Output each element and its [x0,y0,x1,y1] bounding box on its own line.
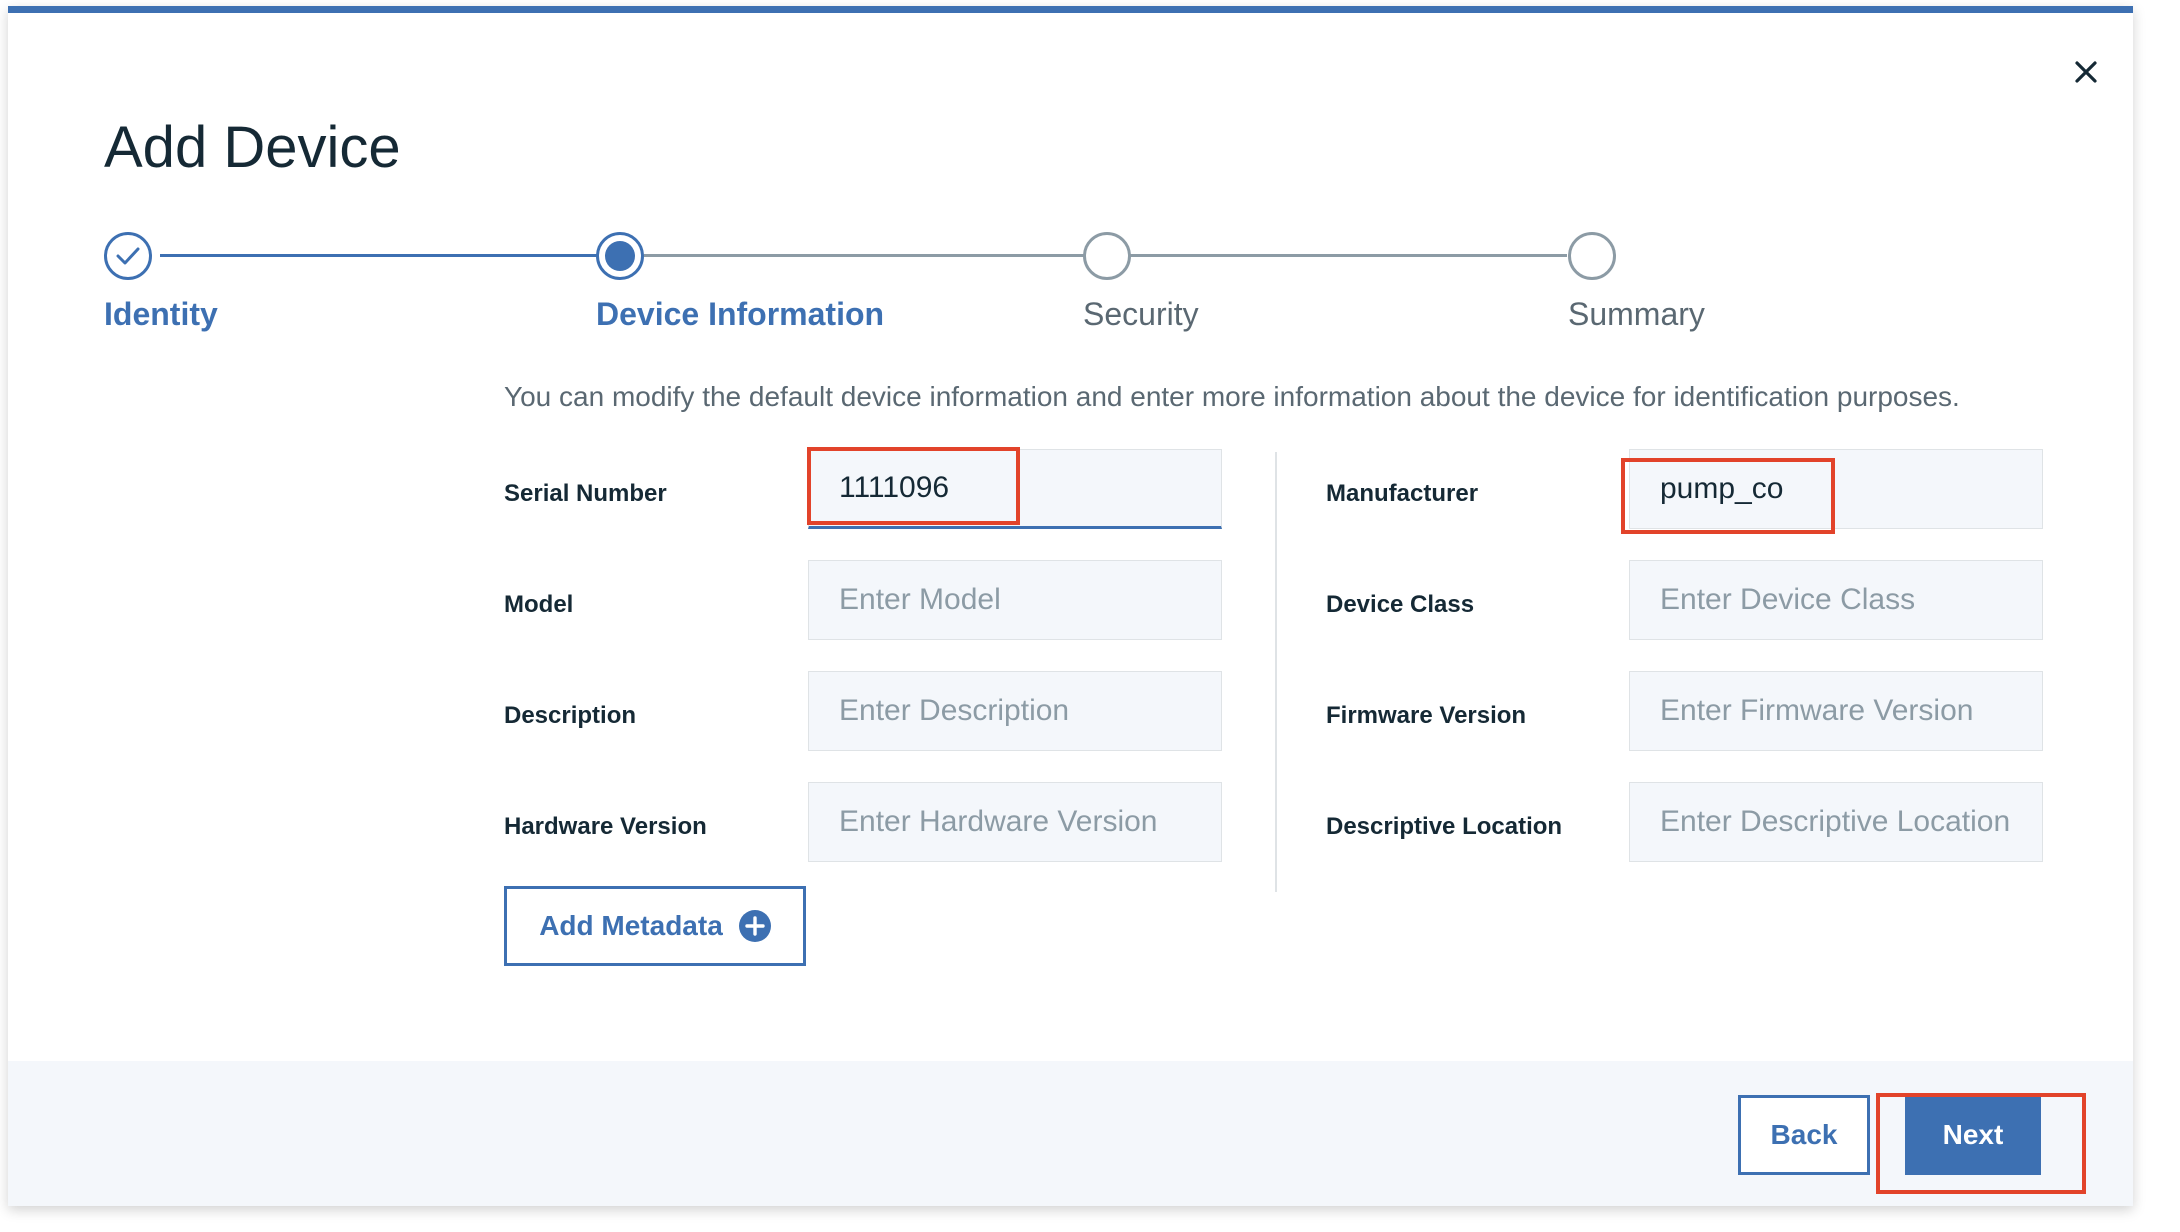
firmware-version-label: Firmware Version [1326,702,1527,729]
page: Add Device Identity Device Information S… [0,0,2180,1232]
plus-circle-icon [738,910,771,942]
step-security-icon[interactable] [1083,232,1131,280]
step-label-security[interactable]: Security [1083,296,1199,333]
descriptive-location-input[interactable] [1629,782,2043,862]
device-class-input[interactable] [1629,560,2043,640]
add-metadata-label: Add Metadata [539,910,723,941]
progress-indicator: Identity Device Information Security Sum… [8,6,2133,346]
back-button[interactable]: Back [1738,1095,1870,1175]
step-connector-2 [644,254,1084,257]
column-divider [1275,452,1277,892]
serial-number-label: Serial Number [504,480,667,507]
hardware-version-label: Hardware Version [504,813,707,840]
manufacturer-label: Manufacturer [1326,480,1479,507]
device-class-label: Device Class [1326,591,1475,618]
step-label-identity[interactable]: Identity [104,296,218,333]
description-label: Description [504,702,637,729]
step-connector-3 [1129,254,1567,257]
description-input[interactable] [808,671,1222,751]
add-metadata-button[interactable]: Add Metadata [504,886,806,966]
step-summary-icon[interactable] [1568,232,1616,280]
hardware-version-input[interactable] [808,782,1222,862]
add-device-modal: Add Device Identity Device Information S… [8,6,2133,1206]
manufacturer-input[interactable] [1629,449,2043,529]
intro-text: You can modify the default device inform… [504,381,1960,412]
checkmark-icon [116,247,140,265]
step-label-summary[interactable]: Summary [1568,296,1705,333]
step-device-information-current-icon[interactable] [596,232,644,280]
model-label: Model [504,591,574,618]
step-connector-1 [160,254,598,257]
firmware-version-input[interactable] [1629,671,2043,751]
descriptive-location-label: Descriptive Location [1326,813,1563,840]
model-input[interactable] [808,560,1222,640]
current-step-dot [605,241,635,271]
serial-number-input[interactable] [808,449,1222,529]
next-button[interactable]: Next [1905,1095,2041,1175]
step-label-device-information[interactable]: Device Information [596,296,884,333]
step-identity-complete-icon[interactable] [104,232,152,280]
